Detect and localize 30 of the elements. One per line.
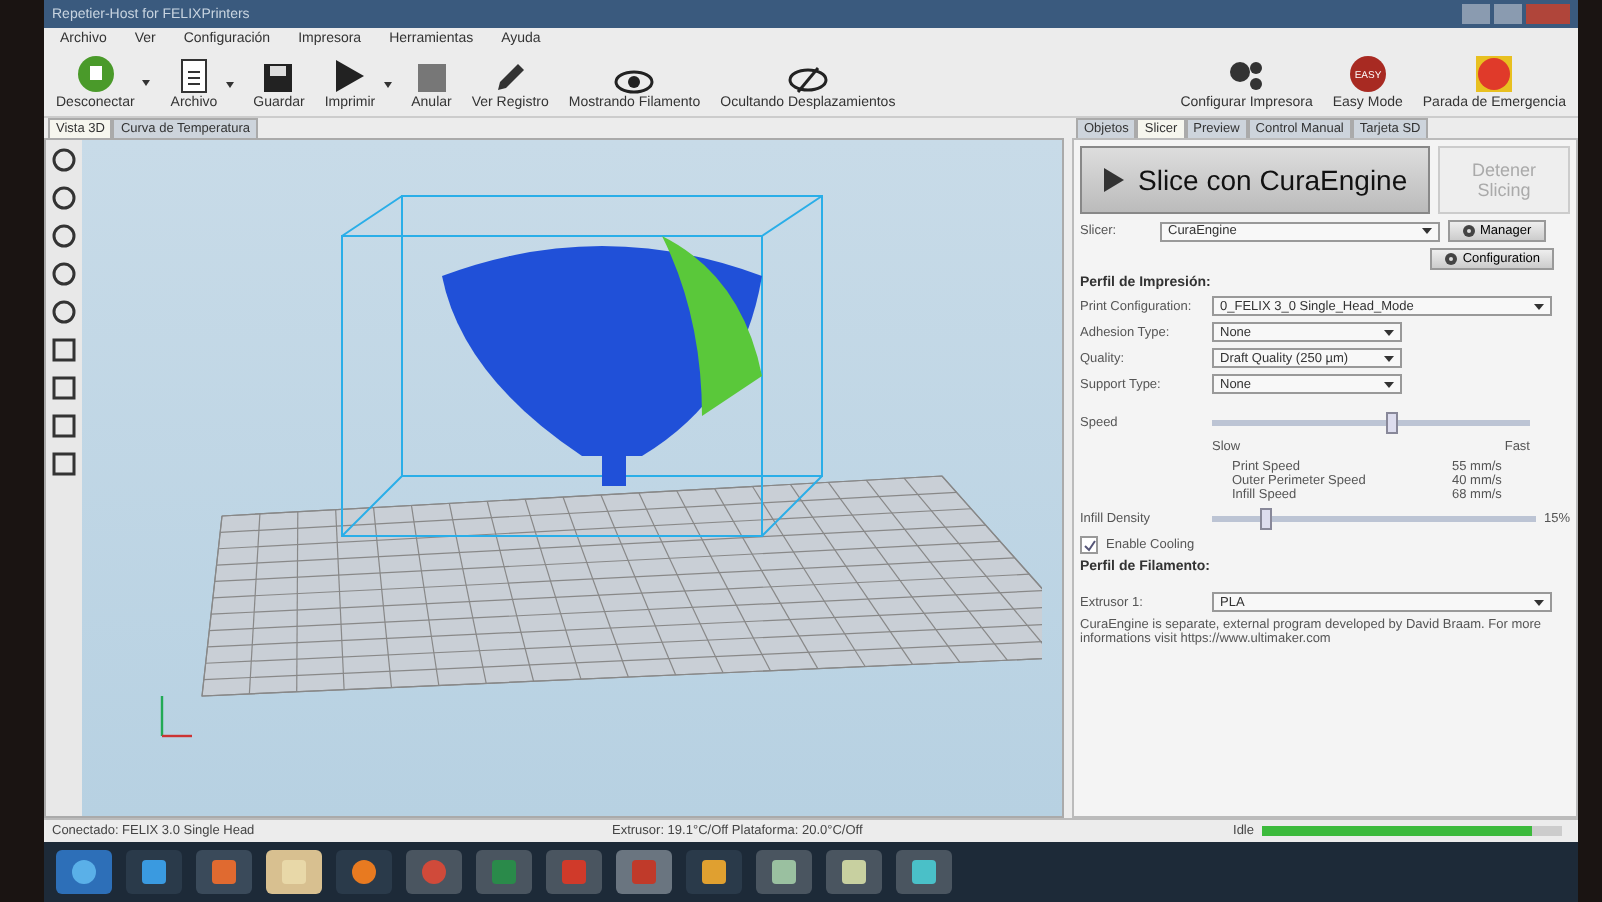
taskbar-button[interactable] — [896, 850, 952, 894]
taskbar-button[interactable] — [196, 850, 252, 894]
emergency-stop-icon — [1474, 54, 1515, 94]
taskbar-button[interactable] — [686, 850, 742, 894]
taskbar-button[interactable] — [336, 850, 392, 894]
dropdown-arrow-icon — [383, 81, 392, 87]
taskbar-button[interactable] — [126, 850, 182, 894]
eye-icon — [614, 70, 655, 94]
stop-square-icon — [415, 62, 448, 94]
checkmark-icon — [1083, 539, 1095, 551]
caret-icon — [1384, 329, 1394, 335]
taskbar-button[interactable] — [756, 850, 812, 894]
play-icon — [333, 58, 366, 94]
caret-icon — [1422, 228, 1432, 234]
caret-icon — [1534, 303, 1544, 309]
caret-icon — [1384, 355, 1394, 361]
taskbar-button[interactable] — [826, 850, 882, 894]
dropdown-arrow-icon — [142, 79, 151, 85]
taskbar-button[interactable] — [56, 850, 112, 894]
slice-button[interactable]: Slice con CuraEngine — [1080, 146, 1430, 214]
crossed-eye-icon — [787, 66, 828, 94]
pencil-icon — [494, 62, 527, 94]
play-icon — [1102, 166, 1126, 194]
caret-icon — [1534, 599, 1544, 605]
dropdown-arrow-icon — [225, 81, 234, 87]
slider-thumb[interactable] — [1260, 508, 1273, 530]
slider-thumb[interactable] — [1386, 412, 1399, 434]
caret-icon — [1384, 381, 1394, 387]
checkbox[interactable] — [1080, 536, 1098, 554]
round-app-icon — [560, 858, 588, 886]
